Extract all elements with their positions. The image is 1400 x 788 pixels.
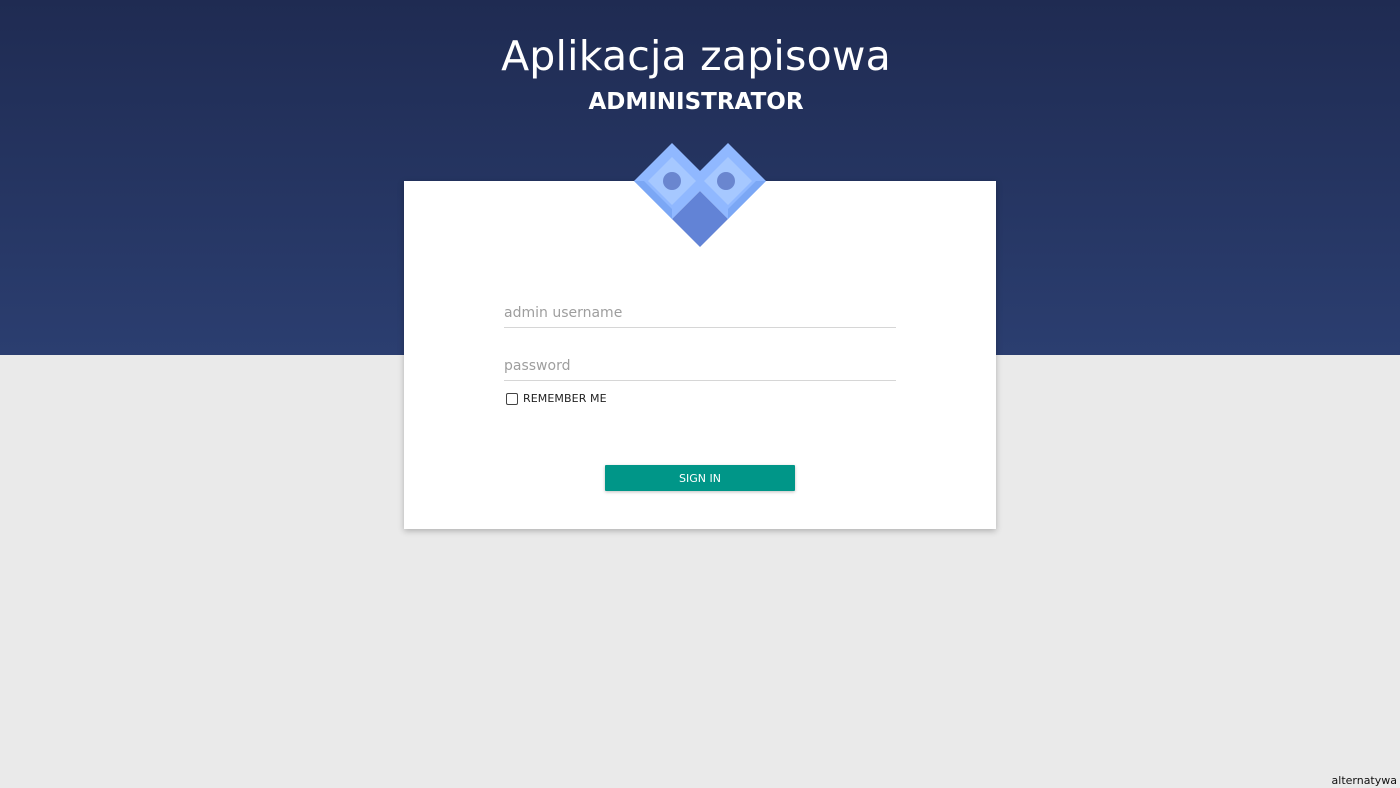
username-input[interactable] — [504, 299, 896, 328]
remember-me-label: REMEMBER ME — [523, 392, 607, 405]
remember-me-toggle[interactable]: REMEMBER ME — [506, 392, 607, 405]
logo-right-eye — [717, 172, 735, 190]
logo-left-eye — [663, 172, 681, 190]
diamond-heart-logo-icon — [634, 143, 766, 247]
password-input[interactable] — [504, 352, 896, 381]
alternative-login-link[interactable]: alternatywa — [1332, 774, 1397, 787]
remember-me-checkbox[interactable] — [506, 392, 518, 405]
login-page: Aplikacja zapisowa ADMINISTRATOR REMEMBE… — [0, 0, 1400, 788]
app-subtitle: ADMINISTRATOR — [588, 89, 804, 115]
sign-in-button[interactable]: SIGN IN — [605, 465, 795, 491]
app-title: Aplikacja zapisowa — [501, 32, 891, 80]
